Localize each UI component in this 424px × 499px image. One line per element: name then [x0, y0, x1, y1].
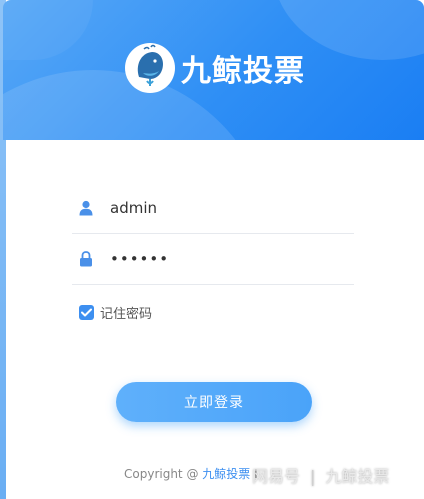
login-button[interactable]: 立即登录 — [116, 382, 312, 422]
copyright-link[interactable]: 九鲸投票 — [202, 467, 250, 481]
watermark-right: 九鲸投票 — [325, 467, 390, 486]
username-input[interactable]: admin — [110, 199, 330, 217]
copyright-footer: Copyright @ 九鲸投票 I — [124, 465, 258, 482]
check-icon — [81, 308, 92, 317]
password-field[interactable]: •••••• — [72, 234, 354, 285]
brand-name: 九鲸投票 — [181, 54, 305, 89]
login-header-banner: 九鲸投票 — [3, 0, 424, 140]
password-input[interactable]: •••••• — [110, 250, 330, 268]
watermark-separator: | — [310, 467, 316, 486]
header-bubble-decoration — [3, 0, 93, 60]
watermark-overlay: 网易号 | 九鲸投票 — [252, 463, 389, 487]
remember-password-option[interactable]: 记住密码 — [79, 303, 152, 322]
username-field[interactable]: admin — [72, 183, 354, 234]
lock-icon — [72, 251, 100, 267]
user-icon — [72, 200, 100, 216]
copyright-prefix: Copyright @ — [124, 467, 199, 481]
whale-logo-icon — [125, 43, 175, 93]
brand-logo: 九鲸投票 — [125, 43, 305, 93]
remember-checkbox[interactable] — [79, 305, 94, 320]
remember-label: 记住密码 — [100, 307, 153, 322]
watermark-left: 网易号 — [252, 467, 301, 486]
